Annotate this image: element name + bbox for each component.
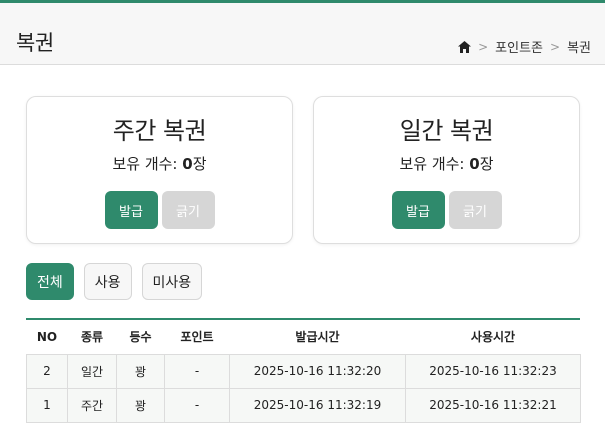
cell-no: 1 [26,387,68,423]
column-header-points: 포인트 [164,320,230,355]
breadcrumb-separator: > [478,39,489,54]
cell-type: 주간 [67,387,117,423]
breadcrumb-separator: > [550,39,561,54]
table-header-row: NO 종류 등수 포인트 발급시간 사용시간 [26,320,581,355]
cell-used-at: 2025-10-16 11:32:23 [405,353,581,389]
cell-points: - [164,387,230,423]
cell-used-at: 2025-10-16 11:32:21 [405,387,581,423]
cell-type: 일간 [67,353,117,389]
ticket-count-value: 0 [182,155,193,173]
issue-button[interactable]: 발급 [104,191,158,229]
filter-used-button[interactable]: 사용 [83,263,132,300]
weekly-lottery-card: 주간 복권 보유 개수: 0장 발급 긁기 [26,96,293,244]
column-header-type: 종류 [67,320,117,355]
column-header-no: NO [26,320,68,355]
cell-issued-at: 2025-10-16 11:32:20 [229,353,406,389]
ticket-count: 보유 개수: 0장 [314,153,579,174]
table-row: 2 일간 꽝 - 2025-10-16 11:32:20 2025-10-16 … [26,353,581,389]
column-header-issued-at: 발급시간 [229,320,406,355]
daily-lottery-card: 일간 복권 보유 개수: 0장 발급 긁기 [313,96,580,244]
page-title: 복권 [16,31,54,55]
cell-issued-at: 2025-10-16 11:32:19 [229,387,406,423]
cell-points: - [164,353,230,389]
table-row: 1 주간 꽝 - 2025-10-16 11:32:19 2025-10-16 … [26,387,581,423]
card-title: 일간 복권 [399,117,494,145]
breadcrumb: > 포인트존 > 복권 [458,37,591,56]
issue-button[interactable]: 발급 [391,191,445,229]
scratch-button[interactable]: 긁기 [161,191,215,229]
filter-all-button[interactable]: 전체 [26,263,74,300]
ticket-count: 보유 개수: 0장 [27,153,292,174]
cell-rank: 꽝 [116,353,165,389]
column-header-rank: 등수 [116,320,165,355]
ticket-count-value: 0 [469,155,480,173]
ticket-count-label: 보유 개수: [112,155,183,173]
cell-rank: 꽝 [116,387,165,423]
page-header: 복권 > 포인트존 > 복권 [0,0,605,65]
column-header-used-at: 사용시간 [405,320,581,355]
filter-unused-button[interactable]: 미사용 [141,263,203,300]
filter-tabs: 전체 사용 미사용 [26,263,203,300]
ticket-count-label: 보유 개수: [399,155,470,173]
scratch-button[interactable]: 긁기 [448,191,502,229]
home-icon[interactable] [458,40,472,53]
breadcrumb-item-pointzone[interactable]: 포인트존 [495,37,543,56]
card-title: 주간 복권 [112,117,207,145]
cell-no: 2 [26,353,68,389]
breadcrumb-item-current: 복권 [567,41,591,56]
lottery-history-table: NO 종류 등수 포인트 발급시간 사용시간 2 일간 꽝 - 2025-10-… [26,318,581,423]
ticket-count-unit: 장 [192,155,207,173]
ticket-count-unit: 장 [479,155,494,173]
